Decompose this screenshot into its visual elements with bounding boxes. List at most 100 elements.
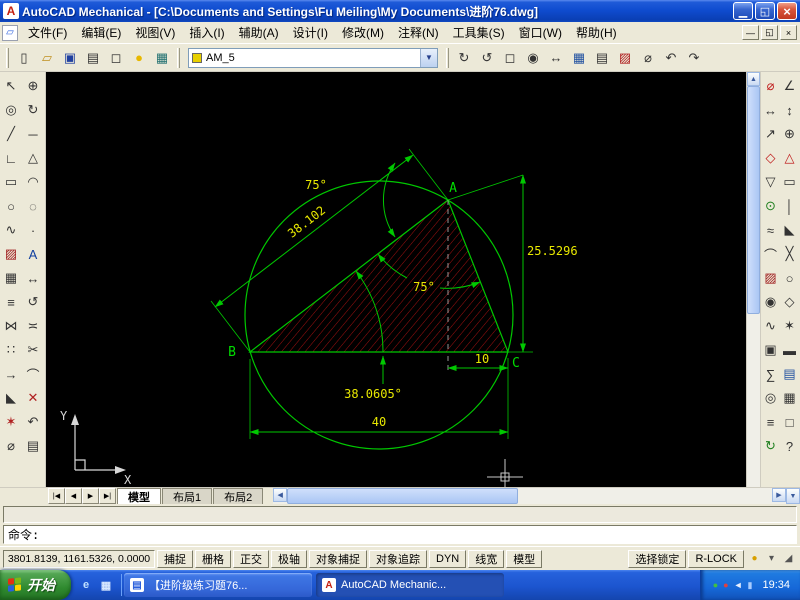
- menu-window[interactable]: 窗口(W): [512, 21, 569, 44]
- bom-icon[interactable]: ▤: [780, 362, 799, 386]
- fillet-icon[interactable]: ⌒: [22, 362, 44, 386]
- menu-file[interactable]: 文件(F): [21, 21, 74, 44]
- chamfer-icon[interactable]: ◣: [0, 386, 22, 410]
- spring-icon[interactable]: ∿: [761, 314, 780, 338]
- vertex-label-a[interactable]: A: [449, 181, 457, 196]
- extend-icon[interactable]: →: [0, 362, 22, 386]
- hole-icon[interactable]: ○: [780, 266, 799, 290]
- toolbar-grip[interactable]: [6, 47, 9, 68]
- measure-icon[interactable]: ⌀: [637, 47, 659, 69]
- layer-dropdown[interactable]: AM_5 ▼: [188, 47, 438, 68]
- nut-icon[interactable]: ◇: [780, 290, 799, 314]
- calc-icon[interactable]: ∑: [761, 362, 780, 386]
- vertex-label-c[interactable]: C: [512, 356, 520, 371]
- zoom-window-icon[interactable]: ◻: [499, 47, 521, 69]
- toggle-lineweight[interactable]: 线宽: [468, 549, 505, 568]
- save-icon[interactable]: ▣: [59, 47, 81, 69]
- hatch-icon[interactable]: ▨: [0, 242, 22, 266]
- toggle-polar[interactable]: 极轴: [271, 549, 307, 568]
- vertical-scroll-track[interactable]: [747, 314, 760, 487]
- title-block-icon[interactable]: ▦: [780, 386, 799, 410]
- pan-icon[interactable]: ⊕: [22, 74, 44, 98]
- antivirus-tray-icon[interactable]: ●: [713, 580, 718, 591]
- table-icon[interactable]: ▦: [568, 47, 590, 69]
- annotation-lock-icon[interactable]: ●: [746, 550, 763, 567]
- break-icon[interactable]: ╳: [780, 242, 799, 266]
- mdi-minimize-button[interactable]: ―: [742, 25, 759, 40]
- power-dim-icon[interactable]: ⌀: [761, 74, 780, 98]
- menu-edit[interactable]: 编辑(E): [74, 21, 128, 44]
- rotate-icon[interactable]: ↺: [22, 290, 44, 314]
- rectangle-icon[interactable]: ▭: [0, 170, 22, 194]
- horizontal-scroll-track[interactable]: [518, 488, 772, 504]
- erase-icon[interactable]: ✕: [22, 386, 44, 410]
- plot-icon[interactable]: ▤: [82, 47, 104, 69]
- fillet2-icon[interactable]: ⌒: [761, 242, 780, 266]
- tab-last-button[interactable]: ▶|: [99, 488, 116, 504]
- close-button[interactable]: ×: [777, 2, 797, 20]
- ie-quicklaunch-icon[interactable]: e: [78, 577, 94, 593]
- horizontal-scrollbar[interactable]: ◀ ▶: [273, 488, 786, 504]
- vertical-scroll-thumb[interactable]: [747, 86, 760, 315]
- start-button[interactable]: 开始: [0, 570, 71, 600]
- zoom-icon[interactable]: ◎: [0, 98, 22, 122]
- mdi-restore-button[interactable]: ◱: [761, 25, 778, 40]
- scroll-right-button[interactable]: ▶: [772, 488, 786, 502]
- clock[interactable]: 19:34: [758, 579, 790, 591]
- toolbar-grip[interactable]: [177, 47, 180, 68]
- tab-layout1[interactable]: 布局1: [162, 488, 213, 504]
- hatch2-icon[interactable]: ▨: [761, 266, 780, 290]
- leader-icon[interactable]: ↗: [761, 122, 780, 146]
- toolbar-grip[interactable]: [446, 47, 449, 68]
- thread-icon[interactable]: ≈: [761, 218, 780, 242]
- toggle-otrack[interactable]: 对象追踪: [369, 549, 427, 568]
- task-document[interactable]: ▤ 【进阶级练习题76...: [124, 573, 312, 597]
- undo-icon[interactable]: ↶: [660, 47, 682, 69]
- selection-lock-button[interactable]: 选择锁定: [628, 549, 687, 568]
- vertical-dim-icon[interactable]: ↕: [780, 98, 799, 122]
- layer-manager-icon[interactable]: ▦: [151, 47, 173, 69]
- redo-icon[interactable]: ↷: [683, 47, 705, 69]
- scroll-down-button[interactable]: ▼: [786, 488, 800, 504]
- regen-icon[interactable]: ↺: [476, 47, 498, 69]
- surface-symbol-icon[interactable]: ▽: [761, 170, 780, 194]
- toolbar-options-icon[interactable]: ▾: [763, 550, 780, 567]
- coords-display[interactable]: 3801.8139, 1161.5326, 0.0000: [3, 549, 155, 568]
- view-icon[interactable]: □: [780, 410, 799, 434]
- weld-symbol-icon[interactable]: △: [780, 146, 799, 170]
- undo-icon[interactable]: ↶: [22, 410, 44, 434]
- point-icon[interactable]: ·: [22, 218, 44, 242]
- network-tray-icon[interactable]: ▮: [748, 580, 753, 591]
- layers-icon[interactable]: ▤: [22, 434, 44, 458]
- move-icon[interactable]: ↔: [22, 266, 44, 290]
- table-icon[interactable]: ▦: [0, 266, 22, 290]
- circle-icon[interactable]: ○: [0, 194, 22, 218]
- properties-icon[interactable]: ▤: [591, 47, 613, 69]
- text-icon[interactable]: A: [22, 242, 44, 266]
- toggle-dyn[interactable]: DYN: [429, 549, 467, 568]
- minimize-button[interactable]: ▁: [733, 2, 753, 20]
- hatch-edit-icon[interactable]: ▨: [614, 47, 636, 69]
- drawing-canvas[interactable]: 38.102 75° 75° 25.5296 10 38.0605° 40 A …: [46, 72, 746, 487]
- axis-icon[interactable]: │: [780, 194, 799, 218]
- layer-on-icon[interactable]: ●: [128, 47, 150, 69]
- vertical-scrollbar[interactable]: ▲: [746, 72, 760, 487]
- bolt-icon[interactable]: ◉: [761, 290, 780, 314]
- toggle-ortho[interactable]: 正交: [233, 549, 269, 568]
- symbol-icon[interactable]: ◇: [761, 146, 780, 170]
- task-autocad[interactable]: A AutoCAD Mechanic...: [316, 573, 504, 597]
- restore-button[interactable]: ◱: [755, 2, 775, 20]
- menu-help[interactable]: 帮助(H): [569, 21, 624, 44]
- scroll-left-button[interactable]: ◀: [273, 488, 288, 502]
- pan-icon[interactable]: ↔: [545, 47, 567, 69]
- dim-top-angle[interactable]: 75°: [305, 162, 396, 238]
- array-icon[interactable]: ∷: [0, 338, 22, 362]
- explode-icon[interactable]: ✶: [0, 410, 22, 434]
- balloon-icon[interactable]: ◎: [761, 386, 780, 410]
- select-icon[interactable]: ↖: [0, 74, 22, 98]
- polyline-icon[interactable]: ∟: [0, 146, 22, 170]
- help-icon[interactable]: ?: [780, 434, 799, 458]
- bearing-icon[interactable]: ▣: [761, 338, 780, 362]
- mdi-close-button[interactable]: ×: [780, 25, 797, 40]
- command-history[interactable]: [3, 506, 797, 523]
